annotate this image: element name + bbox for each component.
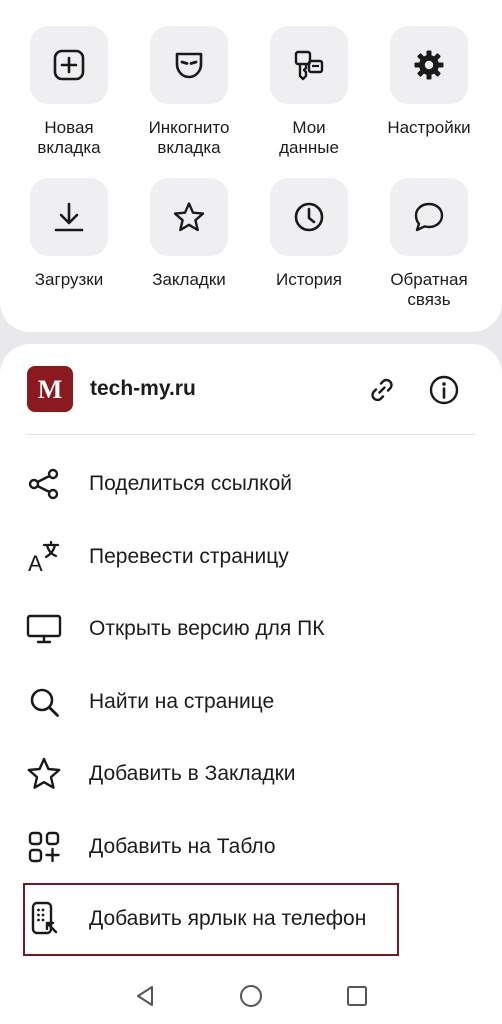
star-outline-icon <box>26 756 62 792</box>
back-triangle-icon <box>137 986 153 1006</box>
add-to-tablo-label: Добавить на Табло <box>89 834 276 858</box>
copy-link-button[interactable] <box>365 373 399 407</box>
system-navigation-bar <box>0 972 502 1020</box>
star-icon <box>150 178 228 256</box>
nav-recents-button[interactable] <box>339 978 375 1014</box>
new-tab-label: Новая вкладка <box>37 118 101 157</box>
add-home-shortcut-item[interactable]: Добавить ярлык на телефон <box>23 883 399 956</box>
plus-square-icon <box>30 26 108 104</box>
incognito-tab-button[interactable]: Инкогнито вкладка <box>129 26 249 178</box>
phone-shortcut-icon <box>26 901 62 937</box>
page-actions-menu: Поделиться ссылкой A Перевести страницу … <box>0 448 502 956</box>
svg-text:M: M <box>38 376 63 402</box>
desktop-version-label: Открыть версию для ПК <box>89 617 325 641</box>
svg-text:A: A <box>28 551 43 575</box>
add-home-shortcut-label: Добавить ярлык на телефон <box>89 907 367 931</box>
recents-square-icon <box>347 986 367 1006</box>
translate-page-label: Перевести страницу <box>89 544 289 568</box>
new-tab-button[interactable]: Новая вкладка <box>9 26 129 178</box>
chat-bubble-icon <box>390 178 468 256</box>
incognito-tab-label: Инкогнито вкладка <box>148 118 230 157</box>
gear-icon <box>390 26 468 104</box>
nav-back-button[interactable] <box>127 978 163 1014</box>
desktop-version-item[interactable]: Открыть версию для ПК <box>0 593 502 666</box>
key-card-icon <box>270 26 348 104</box>
feedback-label: Обратная связь <box>390 270 468 309</box>
add-to-tablo-item[interactable]: Добавить на Табло <box>0 811 502 884</box>
feedback-button[interactable]: Обратная связь <box>369 178 489 328</box>
find-on-page-label: Найти на странице <box>89 689 275 713</box>
site-domain: tech-my.ru <box>90 377 196 400</box>
divider <box>27 434 475 435</box>
search-icon <box>26 684 62 720</box>
add-bookmark-item[interactable]: Добавить в Закладки <box>0 738 502 811</box>
nav-home-button[interactable] <box>233 978 269 1014</box>
bookmarks-label: Закладки <box>152 270 226 289</box>
clock-icon <box>270 178 348 256</box>
downloads-label: Загрузки <box>34 270 104 289</box>
share-link-item[interactable]: Поделиться ссылкой <box>0 448 502 521</box>
info-icon <box>429 375 459 405</box>
settings-label: Настройки <box>387 118 471 137</box>
bookmarks-button[interactable]: Закладки <box>129 178 249 328</box>
my-data-button[interactable]: Мои данные <box>249 26 369 178</box>
history-label: История <box>276 270 342 289</box>
quick-actions-grid: Новая вкладка Инкогнито вкладка Мои данн… <box>0 26 502 328</box>
quick-actions-panel: Новая вкладка Инкогнито вкладка Мои данн… <box>0 0 502 332</box>
add-bookmark-label: Добавить в Закладки <box>89 762 296 786</box>
site-favicon: M <box>27 366 73 412</box>
site-info-button[interactable] <box>427 373 461 407</box>
site-info-row: M tech-my.ru <box>27 366 475 412</box>
my-data-label: Мои данные <box>279 118 339 157</box>
find-on-page-item[interactable]: Найти на странице <box>0 666 502 739</box>
grid-add-icon <box>26 829 62 865</box>
page-actions-panel: M tech-my.ru Поделиться ссылкой A Переве… <box>0 344 502 1024</box>
share-icon <box>26 466 62 502</box>
link-icon <box>371 378 393 402</box>
settings-button[interactable]: Настройки <box>369 26 489 178</box>
download-icon <box>30 178 108 256</box>
downloads-button[interactable]: Загрузки <box>9 178 129 328</box>
desktop-icon <box>26 611 62 647</box>
translate-page-item[interactable]: A Перевести страницу <box>0 521 502 594</box>
home-circle-icon <box>240 985 262 1007</box>
history-button[interactable]: История <box>249 178 369 328</box>
share-link-label: Поделиться ссылкой <box>89 472 292 496</box>
mask-icon <box>150 26 228 104</box>
translate-icon: A <box>26 539 62 575</box>
